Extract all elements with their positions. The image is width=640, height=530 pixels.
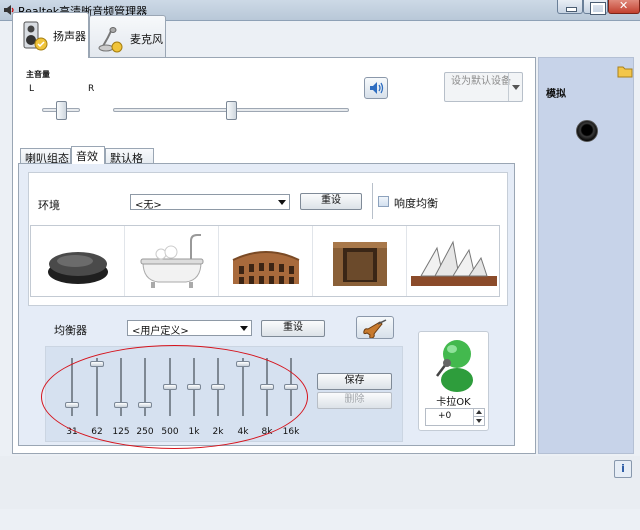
microphone-device-icon xyxy=(98,27,123,53)
eq-band-thumb[interactable] xyxy=(114,402,128,409)
audio-jack-icon[interactable] xyxy=(576,120,598,142)
chevron-down-icon[interactable] xyxy=(508,73,522,101)
karaoke-singer-icon[interactable] xyxy=(429,336,481,392)
right-label: R xyxy=(88,84,95,94)
environment-label: 环境 xyxy=(38,199,60,212)
stepper-up-icon[interactable] xyxy=(473,409,484,417)
colosseum-icon[interactable] xyxy=(219,226,313,296)
karaoke-value: +0 xyxy=(438,411,452,421)
footer-area xyxy=(0,456,640,509)
set-default-device-label: 设为默认设备 xyxy=(451,76,511,87)
set-default-device-dropdown[interactable]: 设为默认设备 xyxy=(444,72,523,102)
eq-band-thumb[interactable] xyxy=(138,402,152,409)
divider xyxy=(372,183,373,219)
eq-band-thumb[interactable] xyxy=(236,360,250,367)
speaker-volume-icon xyxy=(370,82,384,94)
save-preset-button[interactable]: 保存 xyxy=(317,373,392,390)
eq-band-track[interactable] xyxy=(242,358,244,416)
speaker-device-icon xyxy=(23,21,48,51)
eq-band-thumb[interactable] xyxy=(211,384,225,390)
maximize-button[interactable] xyxy=(583,0,608,15)
mute-button[interactable] xyxy=(364,77,388,99)
environment-presets xyxy=(30,225,500,297)
eq-band-thumb[interactable] xyxy=(260,384,274,390)
eq-band-thumb[interactable] xyxy=(187,384,201,390)
connector-panel: 模拟 xyxy=(538,57,634,454)
environment-select[interactable]: <无> xyxy=(130,194,290,211)
tab-speaker-config[interactable]: 喇叭组态 xyxy=(20,148,71,165)
loudness-equalization-checkbox[interactable] xyxy=(378,196,389,207)
tab-speakers-label: 扬声器 xyxy=(53,30,86,43)
karaoke-panel: 卡拉OK +0 xyxy=(418,331,489,431)
minimize-button[interactable] xyxy=(557,0,583,14)
eq-band-thumb[interactable] xyxy=(284,384,298,390)
sewer-pipe-icon[interactable] xyxy=(313,226,407,296)
equalizer-reset-button[interactable]: 重设 xyxy=(261,320,325,337)
tab-sound-effects[interactable]: 音效 xyxy=(71,146,105,164)
left-label: L xyxy=(29,84,35,94)
folder-icon[interactable] xyxy=(617,64,633,78)
eq-band-thumb[interactable] xyxy=(90,360,104,367)
eq-band-track[interactable] xyxy=(96,358,98,416)
master-volume-label: 主音量 xyxy=(26,70,50,79)
environment-reset-button[interactable]: 重设 xyxy=(300,193,362,210)
equalizer-label: 均衡器 xyxy=(54,324,87,337)
opera-house-icon[interactable] xyxy=(407,226,501,296)
eq-band-thumb[interactable] xyxy=(163,384,177,390)
balance-slider-thumb[interactable] xyxy=(55,101,67,120)
tab-default-format[interactable]: 默认格式 xyxy=(105,148,154,181)
tab-microphone-label: 麦克风 xyxy=(130,33,163,46)
guitar-icon xyxy=(363,319,387,339)
analog-label: 模拟 xyxy=(546,89,566,100)
guitar-button[interactable] xyxy=(356,316,394,339)
karaoke-stepper[interactable]: +0 xyxy=(425,408,485,426)
karaoke-label: 卡拉OK xyxy=(436,397,471,408)
close-button[interactable] xyxy=(608,0,640,14)
volume-slider-thumb[interactable] xyxy=(225,101,237,120)
delete-preset-button: 删除 xyxy=(317,392,392,409)
stone-icon[interactable] xyxy=(31,226,125,296)
eq-band-frequency-label: 16k xyxy=(282,427,300,437)
stepper-down-icon[interactable] xyxy=(473,417,484,425)
eq-band-thumb[interactable] xyxy=(65,402,79,409)
info-icon[interactable]: i xyxy=(614,460,632,478)
tab-speakers[interactable]: 扬声器 xyxy=(12,12,89,58)
loudness-equalization-label: 响度均衡 xyxy=(394,197,438,210)
tab-microphone[interactable]: 麦克风 xyxy=(89,15,166,57)
bathtub-icon[interactable] xyxy=(125,226,219,296)
equalizer-select[interactable]: <用户定义> xyxy=(127,320,252,337)
